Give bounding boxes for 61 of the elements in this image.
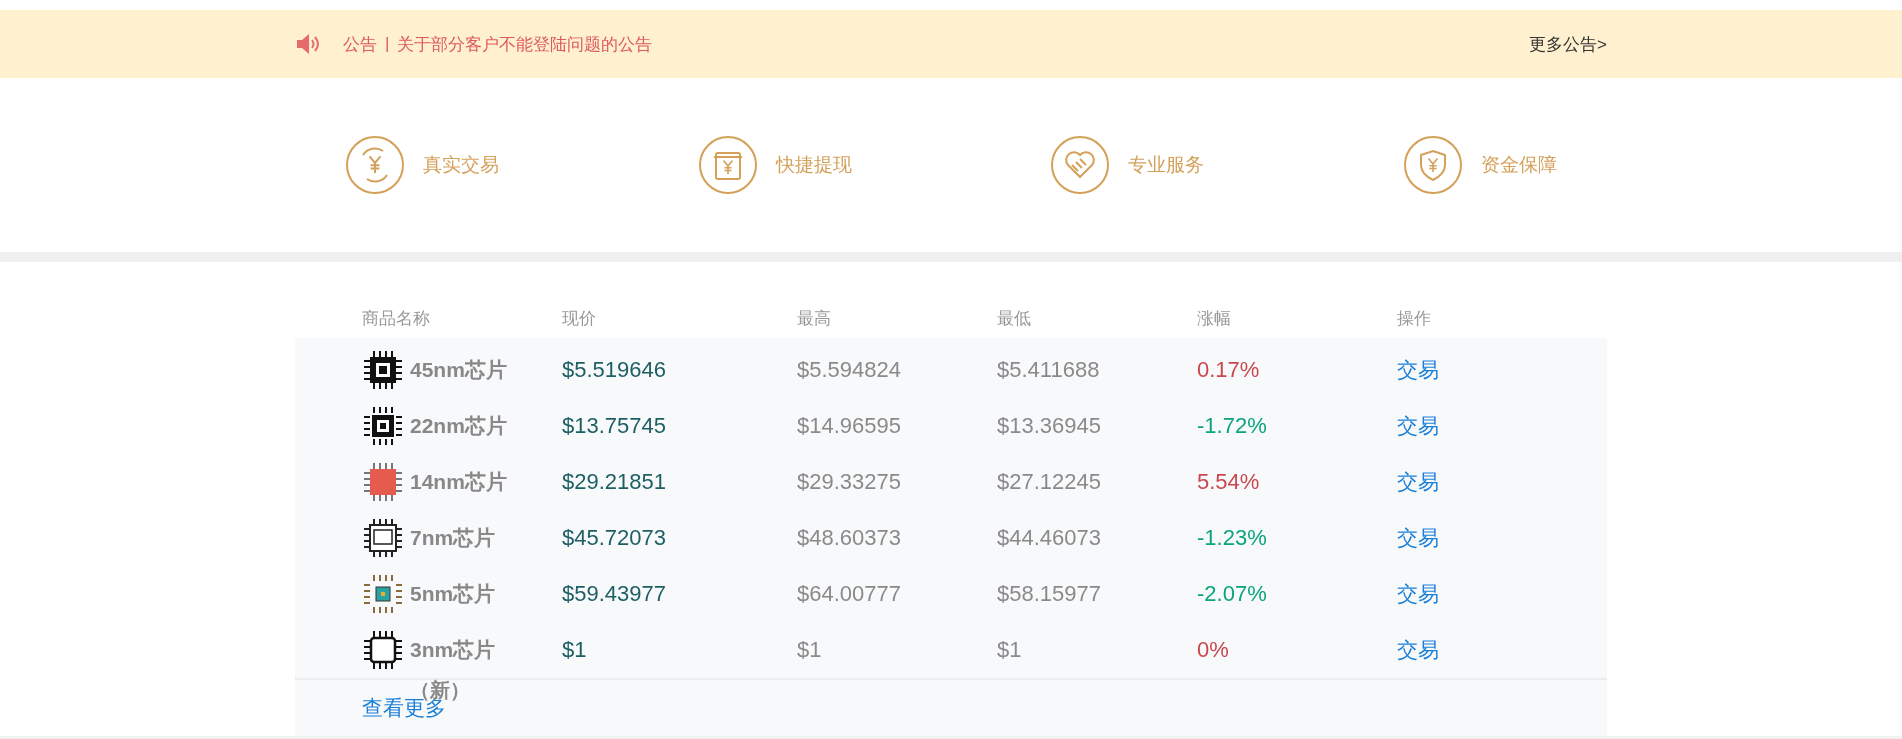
chip-icon xyxy=(362,461,404,503)
trade-link[interactable]: 交易 xyxy=(1397,636,1439,664)
feature-label: 专业服务 xyxy=(1128,153,1204,177)
change-cell-text: 5.54% xyxy=(1197,469,1261,495)
feature-label: 资金保障 xyxy=(1480,153,1557,177)
high-cell-text: $64.00777 xyxy=(797,581,902,607)
notice-label: 公告 xyxy=(343,33,377,56)
chip-icon xyxy=(362,517,404,559)
column-header: 最高 xyxy=(797,307,832,330)
price-cell-text: $1 xyxy=(562,637,588,663)
change-cell-text: 0% xyxy=(1197,637,1230,663)
low-cell-text: $58.15977 xyxy=(997,581,1102,607)
handshake-icon xyxy=(1050,135,1110,195)
high-cell-text: $48.60373 xyxy=(797,525,902,551)
high-cell-text: $29.33275 xyxy=(797,469,902,495)
speaker-icon xyxy=(295,32,321,56)
yen-atm-icon xyxy=(697,135,758,195)
yen-shield-icon xyxy=(1402,135,1463,195)
trade-link[interactable]: 交易 xyxy=(1397,580,1439,608)
low-cell-text: $5.411688 xyxy=(997,357,1101,383)
column-header: 商品名称 xyxy=(362,307,431,330)
change-cell-text: -1.23% xyxy=(1197,525,1268,551)
high-cell-text: $14.96595 xyxy=(797,413,902,439)
chip-icon xyxy=(362,405,404,447)
column-header: 操作 xyxy=(1397,307,1432,330)
low-cell-text: $44.46073 xyxy=(997,525,1102,551)
chip-icon xyxy=(362,629,404,671)
price-cell-text: $13.75745 xyxy=(562,413,667,439)
change-cell-text: -1.72% xyxy=(1197,413,1268,439)
trade-link[interactable]: 交易 xyxy=(1397,468,1439,496)
trade-link[interactable]: 交易 xyxy=(1397,356,1439,384)
product-name: 5nm芯片 xyxy=(410,581,496,607)
separator: | xyxy=(385,34,390,54)
change-cell-text: -2.07% xyxy=(1197,581,1268,607)
change-cell-text: 0.17% xyxy=(1197,357,1261,383)
low-cell-text: $13.36945 xyxy=(997,413,1102,439)
product-name: 14nm芯片 xyxy=(410,469,507,495)
high-cell-text: $1 xyxy=(797,637,823,663)
price-cell-text: $29.21851 xyxy=(562,469,667,495)
more-notices-link[interactable]: 更多公告> xyxy=(1529,32,1607,56)
product-name: 22nm芯片 xyxy=(410,413,507,439)
feature-label: 真实交易 xyxy=(423,153,499,177)
low-cell-text: $27.12245 xyxy=(997,469,1102,495)
high-cell-text: $5.594824 xyxy=(797,357,902,383)
chip-icon xyxy=(362,349,404,391)
product-name: 45nm芯片 xyxy=(410,357,507,383)
column-header: 现价 xyxy=(562,307,597,330)
product-name: 7nm芯片 xyxy=(410,525,496,551)
notice-link[interactable]: 关于部分客户不能登陆问题的公告 xyxy=(397,32,653,56)
chip-icon xyxy=(362,573,404,615)
trade-link[interactable]: 交易 xyxy=(1397,524,1439,552)
product-name: 3nm芯片 xyxy=(410,637,496,663)
low-cell-text: $1 xyxy=(997,637,1023,663)
trade-link[interactable]: 交易 xyxy=(1397,412,1439,440)
price-cell-text: $45.72073 xyxy=(562,525,667,551)
price-cell-text: $59.43977 xyxy=(562,581,667,607)
column-header: 最低 xyxy=(997,307,1032,330)
column-header: 涨幅 xyxy=(1197,307,1232,330)
price-cell-text: $5.519646 xyxy=(562,357,667,383)
yen-exchange-icon xyxy=(345,135,405,195)
feature-label: 快捷提现 xyxy=(775,153,852,177)
